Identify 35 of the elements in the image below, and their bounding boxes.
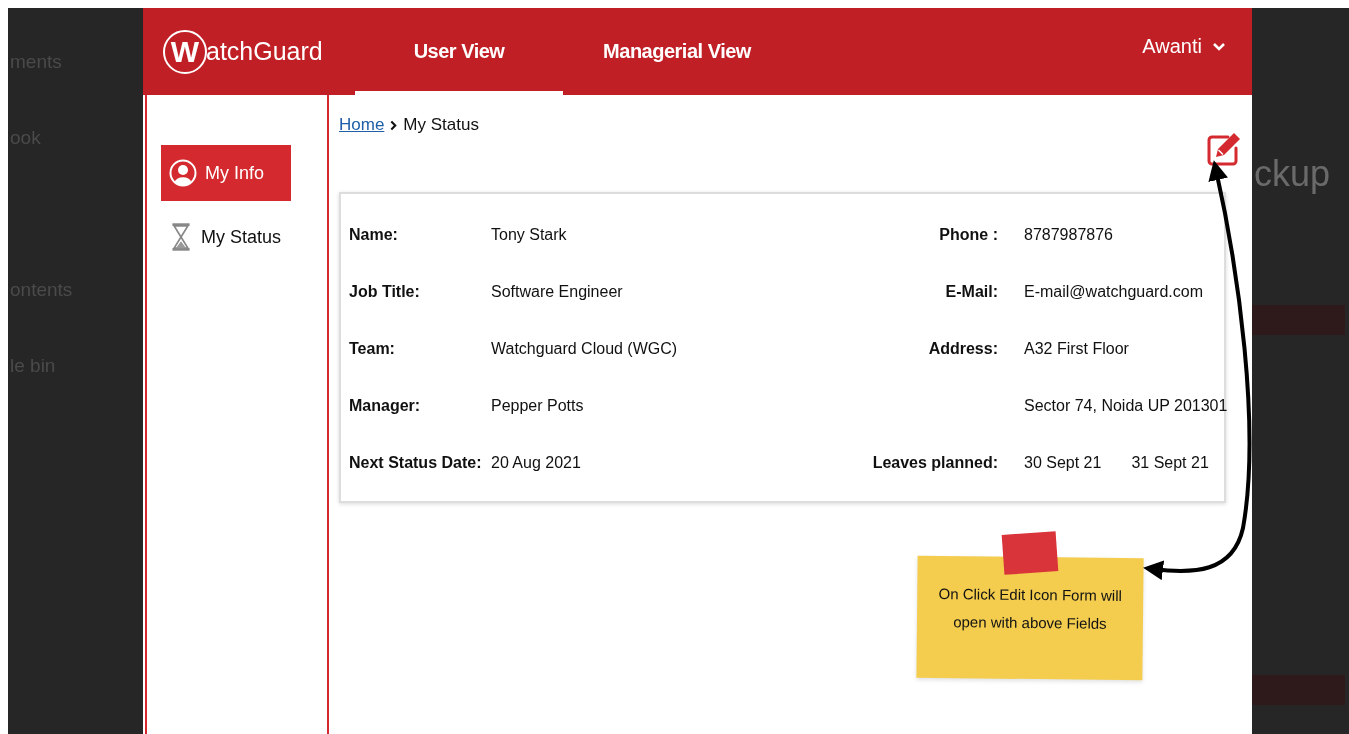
user-icon (169, 159, 197, 187)
sidebar-item[interactable]: My Info (161, 145, 291, 201)
field-label: Phone : (938, 225, 999, 244)
tape (1001, 531, 1059, 575)
field-value: E-mail@watchguard.com (1024, 282, 1203, 301)
field-value: 30 Sept 21 (1024, 453, 1102, 472)
field-value: Sector 74, Noida UP 201301 (1024, 396, 1228, 415)
field-value: A32 First Floor (1024, 339, 1129, 358)
field-value: 20 Aug 2021 (491, 453, 582, 472)
hourglass-icon (169, 221, 193, 253)
field-label: Job Title: (349, 282, 421, 301)
field-label: Address: (927, 339, 999, 358)
note-text: On Click Edit Icon Form will open with above Fields (937, 584, 1123, 634)
field-value: 31 Sept 21 (1131, 453, 1209, 472)
breadcrumb-current: My Status (403, 115, 479, 135)
field-value: Pepper Potts (491, 396, 585, 415)
chevron-down-icon[interactable] (1212, 41, 1226, 52)
field-label: Manager: (349, 396, 422, 415)
field-label: Leaves planned: (872, 453, 999, 472)
field-value: Watchguard Cloud (WGC) (491, 339, 679, 358)
edit-icon[interactable] (1206, 131, 1242, 167)
field-value: 8787987876 (1024, 225, 1113, 244)
background-title: ckup (1254, 153, 1332, 195)
field-label: Next Status Date: (349, 453, 483, 472)
tab[interactable]: Managerial View (563, 8, 791, 95)
breadcrumb-link[interactable]: Home (339, 115, 385, 135)
sidebar-item[interactable]: My Status (161, 209, 291, 265)
field-value: Tony Stark (491, 225, 568, 244)
user-menu[interactable]: Awanti (1142, 35, 1202, 58)
field-label: Team: (349, 339, 396, 358)
chevron-right-icon (390, 119, 398, 131)
field-label: E-Mail: (944, 282, 999, 301)
field-value: Software Engineer (491, 282, 624, 301)
tab[interactable]: User View (355, 8, 563, 95)
field-label: Name: (349, 225, 399, 244)
